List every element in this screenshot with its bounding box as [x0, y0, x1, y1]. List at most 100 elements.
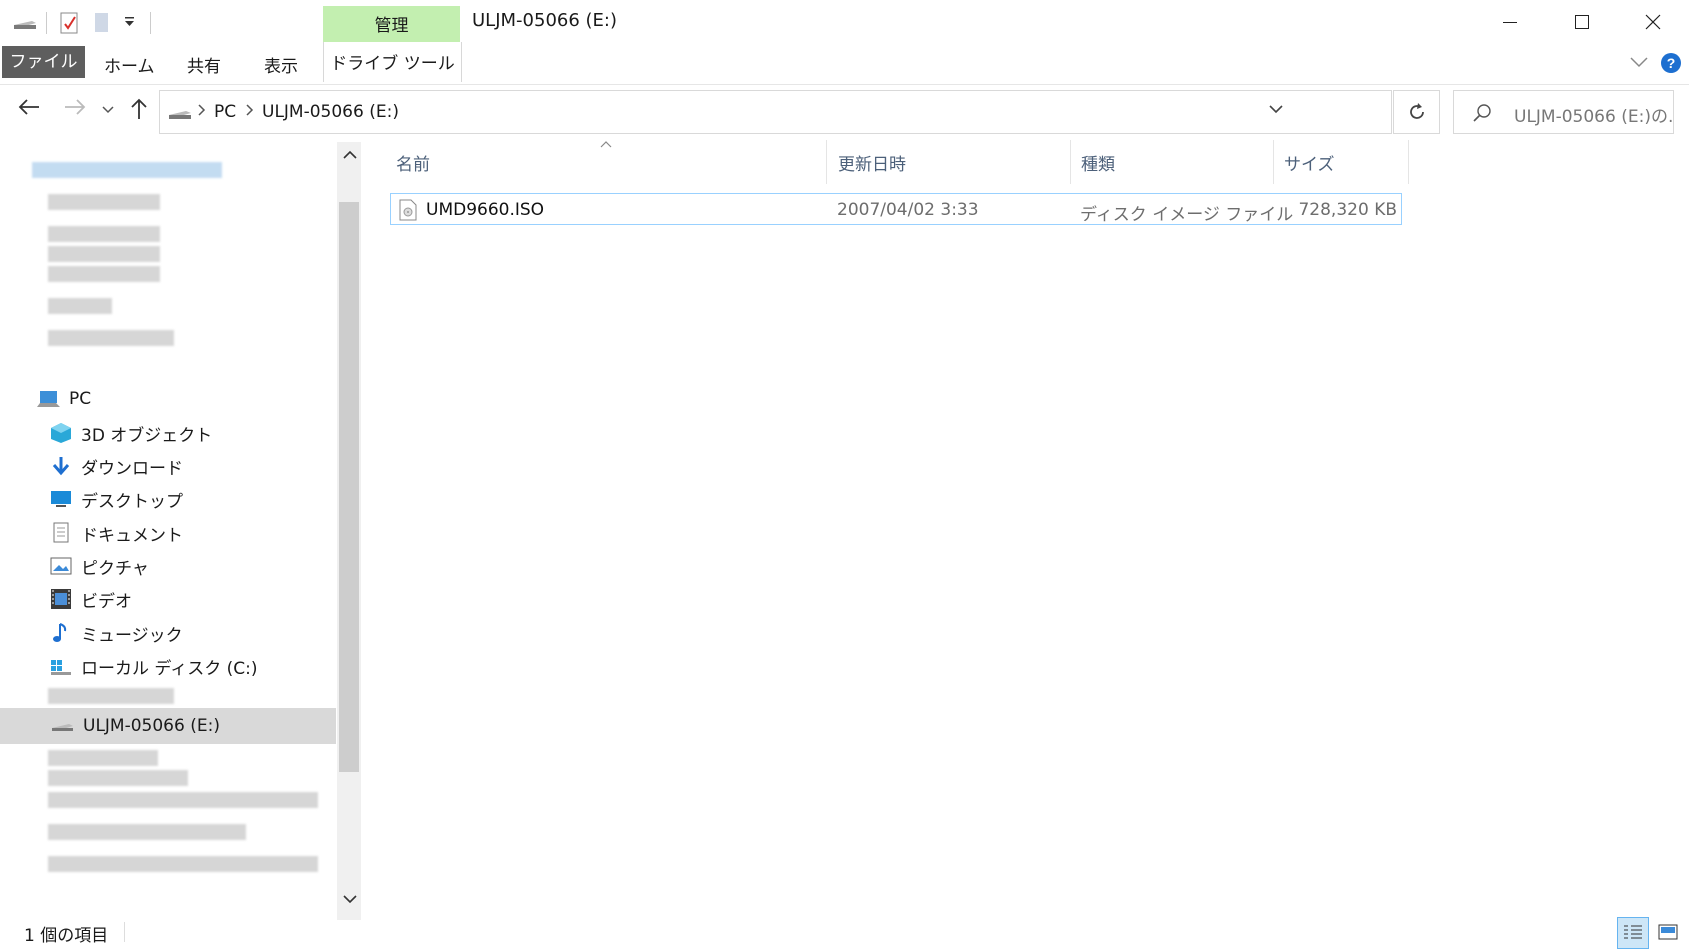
nav-item-music[interactable]: ミュージック	[50, 618, 183, 648]
nav-item-label: ローカル ディスク (C:)	[81, 658, 258, 679]
column-header-type[interactable]: 種類	[1081, 150, 1115, 175]
divider	[150, 12, 151, 34]
music-icon	[50, 622, 72, 644]
back-button[interactable]	[18, 98, 40, 116]
blurred-item	[48, 688, 174, 704]
nav-item-pc[interactable]: PC	[36, 384, 91, 414]
close-button[interactable]	[1620, 0, 1686, 44]
maximize-button[interactable]	[1549, 0, 1615, 44]
breadcrumb-drive[interactable]: ULJM-05066 (E:)	[262, 102, 399, 122]
address-bar[interactable]: PC ULJM-05066 (E:)	[159, 90, 1392, 134]
search-input[interactable]: ULJM-05066 (E:)の...	[1453, 90, 1674, 134]
file-size: 728,320 KB	[1298, 200, 1397, 220]
blurred-item	[32, 162, 222, 178]
blurred-item	[48, 824, 246, 840]
nav-item-downloads[interactable]: ダウンロード	[50, 451, 183, 481]
search-placeholder: ULJM-05066 (E:)の...	[1514, 107, 1672, 127]
column-header-date[interactable]: 更新日時	[838, 150, 906, 175]
ribbon	[0, 42, 1689, 85]
file-type: ディスク イメージ ファイル	[1080, 205, 1294, 225]
nav-item-local-disk[interactable]: ローカル ディスク (C:)	[50, 651, 257, 681]
window-title: ULJM-05066 (E:)	[472, 10, 618, 31]
blurred-item	[48, 856, 318, 872]
ribbon-expand-button[interactable]	[1630, 56, 1648, 68]
file-name[interactable]: UMD9660.ISO	[426, 200, 544, 220]
blurred-item	[48, 266, 160, 282]
video-icon	[50, 588, 72, 610]
chevron-down-icon	[102, 106, 114, 114]
breadcrumb-pc[interactable]: PC	[214, 102, 236, 122]
help-icon: ?	[1660, 52, 1682, 74]
scroll-up-button[interactable]	[343, 150, 357, 160]
desktop-icon	[50, 489, 72, 509]
svg-text:?: ?	[1667, 55, 1676, 71]
nav-item-label: デスクトップ	[81, 491, 183, 512]
chevron-down-icon	[343, 894, 357, 904]
nav-item-videos[interactable]: ビデオ	[50, 584, 132, 614]
chevron-down-icon	[1630, 56, 1648, 68]
column-divider[interactable]	[1408, 140, 1409, 184]
nav-item-label: ミュージック	[81, 625, 183, 646]
document-icon	[50, 522, 72, 544]
tab-view[interactable]: 表示	[264, 52, 298, 77]
blurred-item	[48, 750, 158, 766]
help-button[interactable]: ?	[1660, 52, 1682, 74]
download-icon	[50, 455, 72, 477]
tab-share[interactable]: 共有	[187, 52, 221, 77]
column-divider[interactable]	[826, 140, 827, 184]
divider	[46, 12, 47, 34]
chevron-right-icon	[198, 103, 206, 117]
nav-item-label: PC	[69, 389, 92, 409]
new-folder-icon[interactable]	[94, 12, 110, 32]
divider	[124, 922, 125, 942]
blurred-item	[48, 298, 112, 314]
nav-item-label: 3D オブジェクト	[81, 425, 213, 446]
status-item-count: 1 個の項目	[24, 926, 109, 946]
nav-item-pictures[interactable]: ピクチャ	[50, 551, 149, 581]
tab-drive-tools[interactable]: ドライブ ツール	[323, 42, 462, 82]
nav-item-desktop[interactable]: デスクトップ	[50, 484, 183, 514]
blurred-item	[48, 246, 160, 262]
column-header-size[interactable]: サイズ	[1284, 150, 1335, 175]
file-date: 2007/04/02 3:33	[837, 200, 979, 220]
nav-scrollbar-thumb[interactable]	[339, 202, 359, 772]
pictures-icon	[50, 556, 72, 576]
nav-item-3d-objects[interactable]: 3D オブジェクト	[50, 418, 212, 448]
nav-item-disc-drive[interactable]: ULJM-05066 (E:)	[0, 708, 336, 744]
up-button[interactable]	[130, 98, 148, 120]
details-view-button[interactable]	[1617, 917, 1649, 949]
table-row[interactable]: UMD9660.ISO 2007/04/02 3:33 ディスク イメージ ファ…	[390, 193, 1402, 225]
forward-button[interactable]	[64, 98, 86, 116]
tab-home[interactable]: ホーム	[104, 52, 155, 77]
pc-icon	[36, 389, 60, 409]
arrow-up-icon	[130, 98, 148, 120]
drive-icon[interactable]	[12, 12, 38, 32]
column-divider[interactable]	[1273, 140, 1274, 184]
blurred-item	[48, 194, 160, 210]
recent-locations-button[interactable]	[102, 106, 114, 114]
column-divider[interactable]	[1070, 140, 1071, 184]
properties-icon[interactable]	[60, 12, 80, 34]
nav-item-label: ドキュメント	[81, 525, 183, 546]
tab-file[interactable]: ファイル	[2, 46, 85, 78]
blurred-item	[48, 330, 174, 346]
blurred-item	[48, 792, 318, 808]
scroll-down-button[interactable]	[343, 894, 357, 904]
nav-item-documents[interactable]: ドキュメント	[50, 518, 183, 548]
disc-drive-icon	[167, 104, 193, 122]
large-icons-view-button[interactable]	[1652, 917, 1684, 949]
address-history-dropdown[interactable]	[1268, 104, 1284, 116]
local-disk-icon	[50, 656, 72, 676]
customize-dropdown-icon[interactable]	[124, 16, 136, 36]
nav-item-label: ダウンロード	[81, 458, 183, 479]
manage-context-tab: 管理	[323, 6, 460, 42]
search-icon	[1472, 103, 1492, 123]
arrow-left-icon	[18, 98, 40, 116]
refresh-button[interactable]	[1393, 90, 1440, 134]
column-header-name[interactable]: 名前	[396, 150, 430, 175]
minimize-button[interactable]	[1477, 0, 1543, 44]
3d-objects-icon	[50, 422, 72, 444]
blurred-item	[48, 226, 160, 242]
chevron-up-icon	[343, 150, 357, 160]
nav-item-label: ULJM-05066 (E:)	[83, 716, 220, 736]
